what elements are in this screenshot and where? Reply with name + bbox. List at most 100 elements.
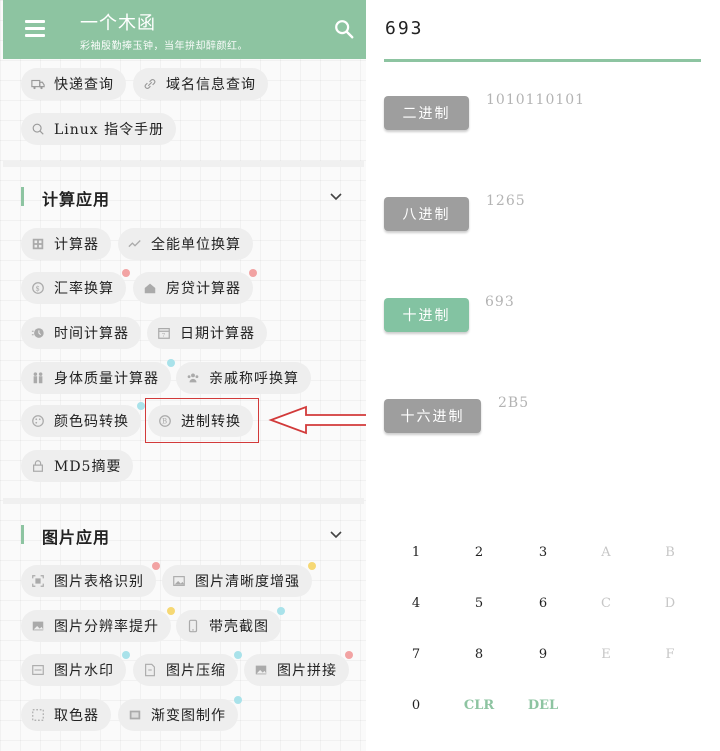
- chip-label: 渐变图制作: [151, 708, 226, 724]
- lock-icon: [33, 460, 43, 472]
- chip-time-calculator[interactable]: 时间计算器: [21, 317, 141, 349]
- chip-exchange-rate[interactable]: $ 汇率换算: [21, 269, 130, 304]
- chip-mortgage-calculator[interactable]: 房贷计算器: [133, 269, 257, 304]
- key-1[interactable]: 1: [396, 540, 436, 564]
- key-f[interactable]: F: [650, 642, 690, 666]
- chevron-down-icon[interactable]: [329, 192, 343, 202]
- chip-label: 图片分辨率提升: [54, 619, 159, 635]
- octal-value: 1265: [486, 193, 526, 209]
- key-4[interactable]: 4: [396, 591, 436, 615]
- chip-calculator[interactable]: 计算器: [21, 228, 111, 260]
- key-e[interactable]: E: [586, 642, 626, 666]
- tools-panel: 一个木函 彩袖殷勤捧玉钟，当年拚却醉颜红。 快递查询 域名信息查询 Linux …: [0, 0, 366, 751]
- key-3[interactable]: 3: [523, 540, 563, 564]
- key-6[interactable]: 6: [523, 591, 563, 615]
- new-badge: [249, 269, 257, 277]
- hex-button[interactable]: 十六进制: [384, 399, 481, 433]
- new-badge: [152, 562, 160, 570]
- chip-label: 汇率换算: [54, 281, 114, 297]
- octal-button[interactable]: 八进制: [384, 197, 469, 231]
- chip-label: 亲戚称呼换算: [209, 371, 299, 387]
- chip-label: 图片表格识别: [54, 574, 144, 590]
- chip-label: 图片压缩: [166, 663, 226, 679]
- chip-gradient-maker[interactable]: 渐变图制作: [118, 696, 242, 731]
- chip-label: 时间计算器: [54, 326, 129, 342]
- image-icon: [32, 621, 44, 631]
- decimal-value: 693: [485, 294, 515, 310]
- key-b[interactable]: B: [650, 540, 690, 564]
- chip-label: Linux 指令手册: [54, 122, 165, 138]
- chip-image-upscale[interactable]: 图片分辨率提升: [21, 607, 175, 642]
- number-input[interactable]: 693: [385, 18, 424, 39]
- key-7[interactable]: 7: [396, 642, 436, 666]
- chip-bmi-calculator[interactable]: 身体质量计算器: [21, 359, 175, 394]
- currency-icon: $: [32, 282, 44, 294]
- search-icon: [32, 123, 44, 135]
- chip-label: 图片清晰度增强: [195, 574, 300, 590]
- new-badge: [234, 696, 242, 704]
- key-2[interactable]: 2: [459, 540, 499, 564]
- new-badge: [345, 651, 353, 659]
- section-divider: [3, 161, 364, 167]
- chip-device-frame[interactable]: 带壳截图: [176, 607, 285, 642]
- chip-linux-manual[interactable]: Linux 指令手册: [21, 113, 177, 145]
- calculator-icon: [32, 238, 44, 250]
- section-divider: [3, 498, 364, 504]
- search-icon[interactable]: [333, 18, 355, 40]
- hex-value: 2B5: [498, 395, 530, 411]
- pointer-arrow-icon: [268, 405, 366, 435]
- chip-relatives-calculator[interactable]: 亲戚称呼换算: [176, 362, 311, 394]
- trend-icon: [128, 240, 141, 248]
- chip-image-enhance[interactable]: 图片清晰度增强: [162, 562, 316, 597]
- chevron-down-icon[interactable]: [329, 530, 343, 540]
- key-9[interactable]: 9: [523, 642, 563, 666]
- base-converter-panel: 693 二进制 1010110101 八进制 1265 十进制 693 十六进制…: [366, 0, 720, 751]
- section-title-image: 图片应用: [21, 524, 110, 548]
- chip-md5[interactable]: MD5摘要: [21, 450, 134, 482]
- key-5[interactable]: 5: [459, 591, 499, 615]
- app-title: 一个木函: [80, 13, 156, 34]
- delete-button[interactable]: DEL: [523, 693, 563, 717]
- chip-label: 带壳截图: [209, 619, 269, 635]
- clear-button[interactable]: CLR: [459, 693, 499, 717]
- chip-unit-conversion[interactable]: 全能单位换算: [118, 228, 253, 260]
- scan-icon: [32, 575, 44, 587]
- chip-label: 图片水印: [54, 663, 114, 679]
- binary-button[interactable]: 二进制: [384, 96, 469, 130]
- chip-date-calculator[interactable]: 7 日期计算器: [147, 317, 267, 349]
- chip-label: 身体质量计算器: [54, 371, 159, 387]
- decimal-button[interactable]: 十进制: [384, 298, 469, 332]
- calendar-icon: 7: [158, 328, 170, 339]
- chip-watermark[interactable]: 图片水印: [21, 651, 130, 686]
- chip-label: 取色器: [54, 708, 99, 724]
- menu-icon[interactable]: [25, 20, 45, 37]
- chip-label: 日期计算器: [180, 326, 255, 342]
- chip-image-compress[interactable]: 图片压缩: [133, 651, 242, 686]
- svg-text:$: $: [35, 285, 40, 293]
- link-icon: [144, 79, 156, 89]
- input-underline: [384, 59, 701, 62]
- palette-icon: [32, 415, 44, 427]
- person-icon: [33, 372, 43, 384]
- chip-label: 房贷计算器: [166, 281, 241, 297]
- chip-color-code[interactable]: 颜色码转换: [21, 402, 145, 437]
- chip-label: 快递查询: [54, 77, 114, 93]
- new-badge: [137, 402, 145, 410]
- chip-color-picker[interactable]: 取色器: [21, 699, 111, 731]
- chip-image-table-ocr[interactable]: 图片表格识别: [21, 562, 160, 597]
- key-8[interactable]: 8: [459, 642, 499, 666]
- gradient-icon: [129, 710, 141, 720]
- chip-label: 颜色码转换: [54, 414, 129, 430]
- phone-icon: [188, 619, 198, 633]
- key-c[interactable]: C: [586, 591, 626, 615]
- key-0[interactable]: 0: [396, 693, 436, 717]
- chip-express-query[interactable]: 快递查询: [21, 68, 126, 100]
- chip-label: 全能单位换算: [151, 237, 241, 253]
- app-subtitle: 彩袖殷勤捧玉钟，当年拚却醉颜红。: [80, 41, 248, 52]
- new-badge: [122, 651, 130, 659]
- key-a[interactable]: A: [586, 540, 626, 564]
- new-badge: [277, 607, 285, 615]
- key-d[interactable]: D: [650, 591, 690, 615]
- chip-image-stitch[interactable]: 图片拼接: [244, 651, 353, 686]
- chip-domain-query[interactable]: 域名信息查询: [133, 68, 268, 100]
